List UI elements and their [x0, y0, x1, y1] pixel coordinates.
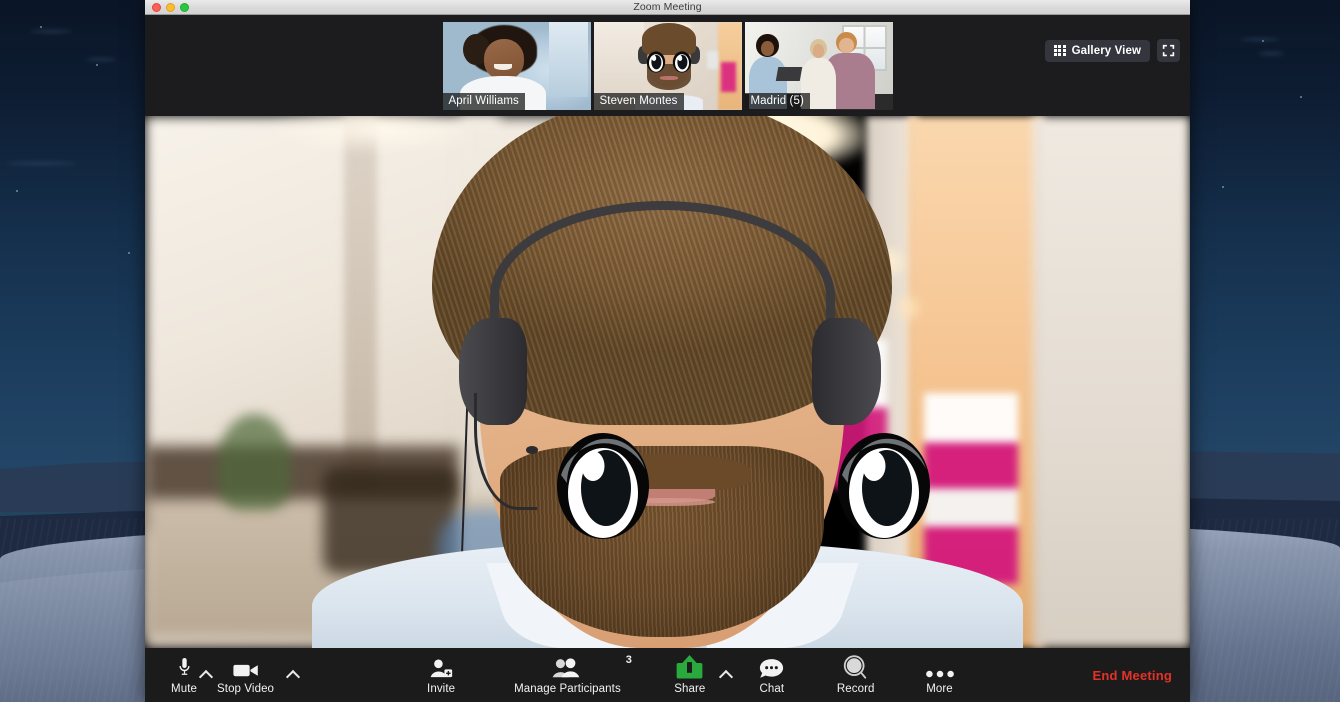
cloud-wisp — [86, 58, 116, 61]
share-screen-icon — [676, 655, 703, 679]
cloud-wisp — [30, 30, 72, 33]
mouth-shape — [660, 76, 678, 80]
star — [16, 190, 18, 192]
mute-label: Mute — [171, 683, 197, 695]
gallery-view-button[interactable]: Gallery View — [1045, 39, 1150, 62]
maximize-button[interactable] — [180, 2, 189, 12]
fullscreen-button[interactable] — [1157, 39, 1180, 62]
invite-button[interactable]: Invite — [424, 655, 458, 695]
thumbnail-madrid[interactable]: Madrid (5) — [744, 21, 893, 110]
traffic-lights — [152, 2, 189, 12]
end-meeting-button[interactable]: End Meeting — [1093, 668, 1172, 683]
star — [1222, 186, 1224, 188]
cartoon-eye-right-icon — [838, 433, 930, 539]
manage-participants-button[interactable]: 3 Manage Participants — [514, 654, 632, 695]
pink-shelf-blur — [720, 61, 736, 92]
record-label: Record — [836, 683, 875, 695]
person-add-icon — [429, 655, 453, 679]
chat-label: Chat — [759, 683, 785, 695]
cartoon-eye-left-icon — [557, 433, 649, 539]
manage-participants-label: Manage Participants — [514, 683, 621, 695]
person-face — [760, 40, 775, 56]
main-video-stage[interactable] — [145, 116, 1190, 648]
thumbnail-april-williams[interactable]: April Williams — [442, 21, 591, 110]
fullscreen-icon — [1162, 44, 1175, 57]
ellipsis-icon — [925, 655, 955, 679]
star — [96, 64, 98, 66]
thumbnail-label: Madrid (5) — [744, 92, 810, 110]
toolbar-center-group: Invite 3 Manage Participants Share Chat … — [424, 654, 957, 695]
window-titlebar[interactable]: Zoom Meeting — [145, 0, 1190, 15]
record-icon — [843, 655, 868, 679]
window-blur — [549, 21, 588, 98]
shelf-blur — [707, 51, 718, 69]
star — [128, 252, 130, 254]
stop-video-label: Stop Video — [217, 683, 275, 695]
gallery-view-label: Gallery View — [1071, 44, 1141, 57]
meeting-toolbar: Mute Stop Video Invite 3 Manage Particip… — [145, 648, 1190, 702]
record-button[interactable]: Record — [837, 655, 875, 695]
smile-shape — [494, 63, 513, 70]
view-controls: Gallery View — [1045, 39, 1180, 62]
thumbnail-label: April Williams — [442, 92, 525, 110]
thumbnail-label: Steven Montes — [593, 92, 684, 110]
cloud-wisp — [6, 162, 76, 165]
cartoon-eyes-overlay-thumb — [645, 50, 692, 73]
close-button[interactable] — [152, 2, 161, 12]
stop-video-button[interactable]: Stop Video — [217, 655, 274, 695]
face-shape — [483, 39, 524, 80]
more-button[interactable]: More — [923, 655, 957, 695]
microphone-icon — [177, 655, 192, 679]
laptop-shape — [775, 67, 802, 82]
headset-earcup-right — [811, 318, 881, 425]
participant-thumbnail-strip: April Williams Steven Montes Madrid (5) … — [145, 15, 1190, 116]
cloud-wisp — [1240, 38, 1280, 41]
window-title: Zoom Meeting — [633, 1, 702, 13]
share-label: Share — [674, 683, 706, 695]
invite-label: Invite — [427, 683, 456, 695]
star — [1300, 96, 1302, 98]
cartoon-eye-left-icon — [647, 50, 666, 73]
participants-count-badge: 3 — [625, 654, 632, 666]
chat-bubble-icon — [759, 655, 784, 679]
thumbnail-steven-montes[interactable]: Steven Montes — [593, 21, 742, 110]
person-face — [812, 44, 825, 58]
cartoon-eye-right-icon — [672, 50, 691, 73]
people-icon — [552, 655, 582, 679]
speaker-person — [145, 116, 1190, 648]
mute-button[interactable]: Mute — [167, 655, 201, 695]
thumbnail-row: April Williams Steven Montes Madrid (5) — [442, 21, 893, 110]
headset-headband — [489, 201, 835, 393]
toolbar-right-group: End Meeting — [1093, 668, 1172, 683]
video-camera-icon — [232, 655, 259, 679]
zoom-meeting-window: Zoom Meeting April Williams Steven Monte… — [145, 0, 1190, 702]
share-button[interactable]: Share — [673, 655, 707, 695]
cloud-wisp — [1258, 52, 1284, 55]
minimize-button[interactable] — [166, 2, 175, 12]
person-face — [839, 38, 855, 54]
toolbar-left-group: Mute Stop Video — [167, 655, 288, 695]
more-label: More — [926, 683, 953, 695]
star — [40, 26, 42, 28]
grid-icon — [1054, 44, 1066, 57]
chat-button[interactable]: Chat — [755, 655, 789, 695]
